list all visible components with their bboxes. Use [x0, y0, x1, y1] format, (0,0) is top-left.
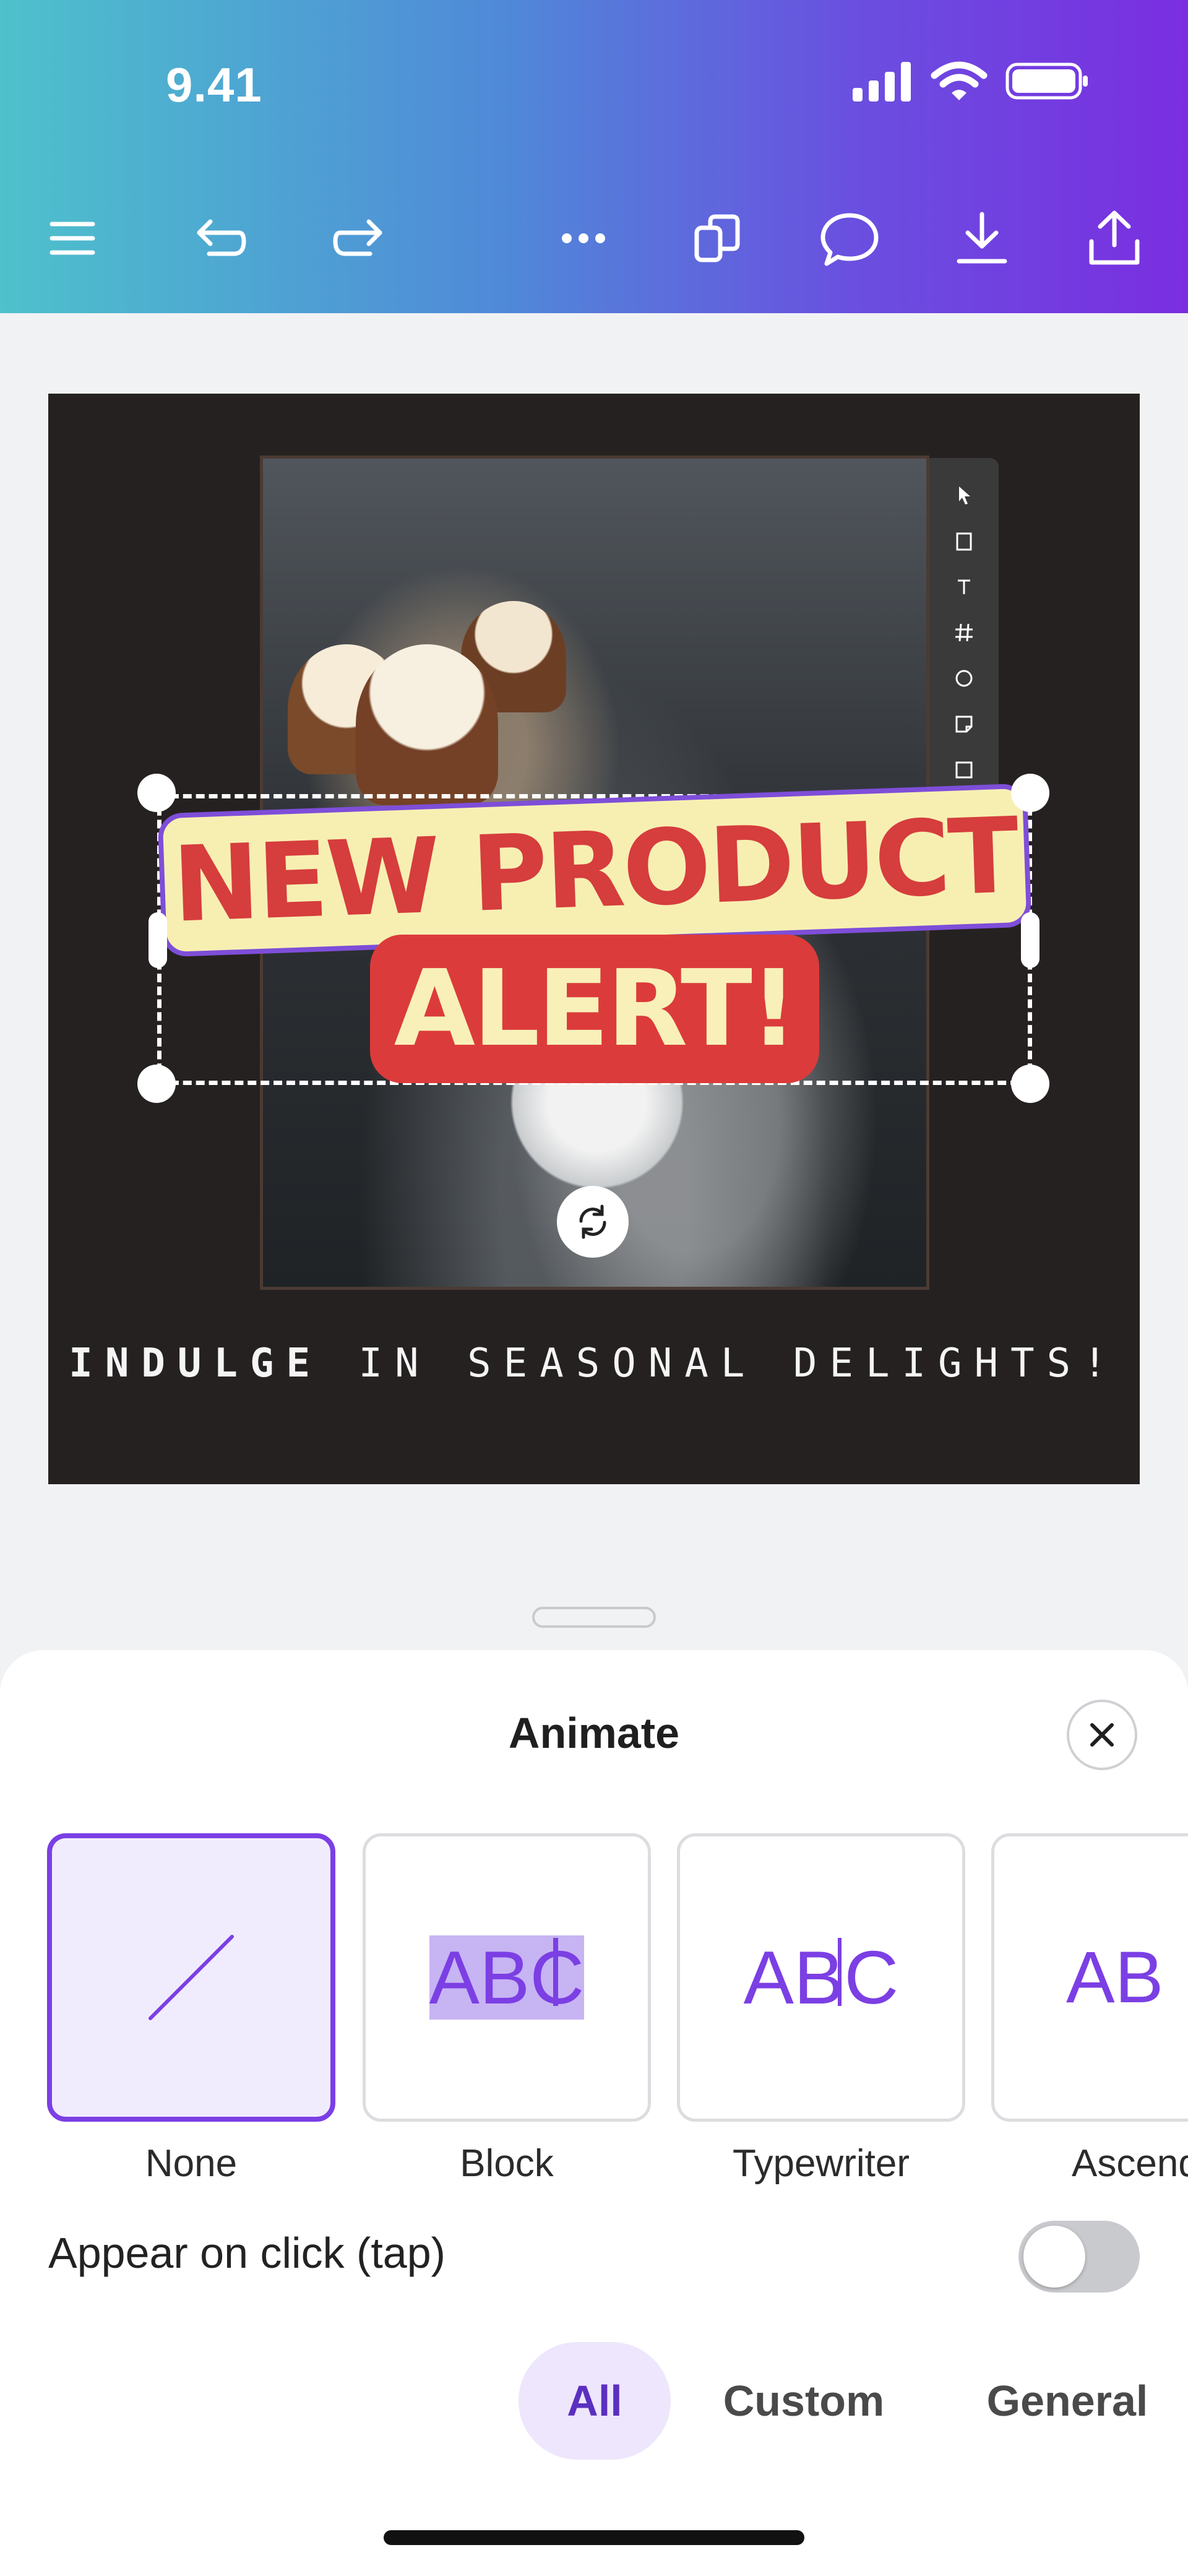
wifi-icon	[931, 61, 988, 100]
status-time: 9.41	[166, 58, 262, 112]
side-toolbar	[929, 458, 999, 792]
more-icon[interactable]	[549, 204, 618, 272]
sheet-drag-handle[interactable]	[532, 1607, 656, 1628]
home-indicator	[384, 2530, 804, 2545]
signal-icon	[853, 62, 911, 102]
close-button[interactable]	[1067, 1700, 1137, 1770]
duplicate-icon[interactable]	[683, 204, 751, 272]
comment-icon[interactable]	[816, 204, 884, 272]
tagline-bold: INDULGE	[69, 1341, 323, 1386]
upload-icon[interactable]	[952, 758, 976, 782]
menu-icon[interactable]	[38, 204, 106, 272]
resize-handle-top-left[interactable]	[137, 774, 176, 812]
sheet-title: Animate	[508, 1709, 680, 1757]
toggle-knob	[1023, 2226, 1085, 2288]
resize-handle-bottom-left[interactable]	[137, 1065, 176, 1103]
ascend-preview: AB	[1066, 1937, 1164, 2018]
text-icon[interactable]	[952, 574, 976, 599]
tagline[interactable]: INDULGE IN SEASONAL DELIGHTS!	[48, 1341, 1140, 1386]
download-icon[interactable]	[948, 204, 1016, 272]
typewriter-preview: ABC	[743, 1935, 899, 2020]
battery-icon	[1005, 63, 1088, 100]
animation-label-block: Block	[460, 2142, 554, 2185]
grid-icon[interactable]	[952, 620, 976, 645]
tab-all[interactable]: All	[519, 2342, 671, 2460]
headline-line-2: ALERT!	[394, 948, 798, 1070]
animation-option-none[interactable]	[47, 1833, 335, 2122]
undo-icon[interactable]	[184, 204, 252, 272]
appear-on-click-toggle[interactable]	[1018, 2221, 1140, 2293]
block-preview: ABC	[429, 1935, 585, 2020]
page-icon[interactable]	[952, 529, 976, 553]
share-icon[interactable]	[1080, 204, 1148, 272]
none-slash-icon	[148, 1935, 234, 2020]
resize-handle-left[interactable]	[148, 912, 167, 968]
animation-option-typewriter[interactable]: ABC	[677, 1833, 965, 2122]
cake-stand-image	[498, 1078, 696, 1201]
animation-label-typewriter: Typewriter	[733, 2142, 910, 2185]
resize-handle-bottom-right[interactable]	[1011, 1065, 1049, 1103]
resize-handle-top-right[interactable]	[1011, 774, 1049, 812]
cupcake-image	[356, 644, 498, 805]
cursor-icon[interactable]	[952, 483, 976, 508]
animation-label-none: None	[145, 2142, 238, 2185]
animation-label-ascend: Ascend	[1072, 2142, 1188, 2185]
rotate-icon	[579, 1204, 606, 1239]
tagline-rest: IN SEASONAL DELIGHTS!	[322, 1341, 1119, 1386]
resize-handle-right[interactable]	[1021, 912, 1040, 968]
tab-custom[interactable]: Custom	[695, 2342, 912, 2460]
top-bar: 9.41	[0, 0, 1188, 313]
rotate-button[interactable]	[557, 1186, 629, 1258]
animation-option-block[interactable]: ABC	[363, 1833, 651, 2122]
tab-general[interactable]: General	[965, 2342, 1169, 2460]
redo-icon[interactable]	[327, 204, 395, 272]
headline-banner-top[interactable]: NEW PRODUCT	[157, 783, 1032, 957]
appear-on-click-label: Appear on click (tap)	[48, 2229, 446, 2277]
headline-banner-bottom[interactable]: ALERT!	[370, 935, 819, 1083]
sticky-icon[interactable]	[952, 712, 976, 737]
close-icon	[1090, 1723, 1114, 1747]
circle-icon[interactable]	[952, 666, 976, 691]
headline-line-1: NEW PRODUCT	[170, 795, 1019, 946]
animation-option-ascend[interactable]: AB	[991, 1833, 1188, 2122]
